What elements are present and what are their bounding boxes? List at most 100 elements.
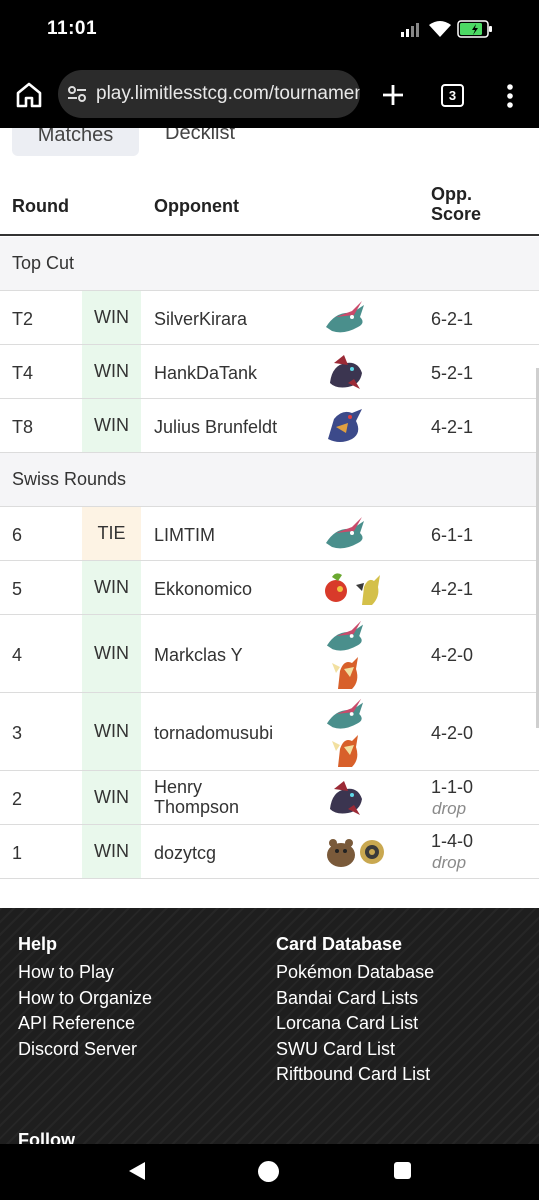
result-cell: WIN [82,345,141,398]
dragapult-sprite-icon [326,620,364,651]
tab-switcher-button[interactable]: 3 [441,84,464,107]
more-menu-icon[interactable] [500,82,520,110]
round-cell: 5 [12,579,23,599]
footer-link-bandai-card-lists[interactable]: Bandai Card Lists [276,986,434,1012]
system-nav-bar [0,1144,539,1200]
round-cell: T4 [12,363,34,383]
tab-decklist[interactable]: Decklist [165,128,235,145]
result-cell: WIN [82,825,141,878]
dragapult-sprite-icon [326,698,364,729]
result-cell: WIN [82,561,141,614]
opponent-link[interactable]: dozytcg [154,843,216,864]
round-cell: 1 [12,843,23,863]
table-row[interactable]: 1 WIN dozytcg 1-4-0 drop [0,825,539,879]
wifi-icon [429,21,451,37]
footer-link-pokemon-database[interactable]: Pokémon Database [276,960,434,986]
group-label: Top Cut [12,253,75,273]
round-cell: 4 [12,645,23,665]
result-cell: WIN [82,693,141,770]
result-cell: WIN [82,615,141,692]
opponent-link[interactable]: Ekkonomico [154,579,252,600]
group-label: Swiss Rounds [12,469,127,489]
battery-icon [457,20,492,38]
footer-card-database-column: Card Database Pokémon Database Bandai Ca… [276,934,434,1088]
table-row[interactable]: T8 WIN Julius Brunfeldt 4-2-1 [0,399,539,453]
footer-help-title: Help [18,934,58,954]
opponent-link[interactable]: Henry Thompson [154,777,239,817]
score-cell: 1-1-0 [431,777,474,797]
score-cell: 4-2-1 [431,417,474,437]
header-score-line2: Score [431,204,482,224]
table-row[interactable]: T4 WIN HankDaTank 5-2-1 [0,345,539,399]
table-row[interactable]: 5 WIN Ekkonomico 4-2-1 [0,561,539,615]
score-cell: 4-2-0 [431,645,474,665]
home-icon[interactable] [14,80,44,110]
footer-link-how-to-organize[interactable]: How to Organize [18,986,152,1012]
page-content: Matches Decklist Round Opponent Opp. Sco… [0,128,539,1160]
footer-link-api-reference[interactable]: API Reference [18,1011,152,1037]
round-cell: T2 [12,309,34,329]
opponent-link[interactable]: HankDaTank [154,363,257,384]
table-row[interactable]: T2 WIN SilverKirara 6-2-1 [0,291,539,345]
status-bar: 11:01 [0,0,539,62]
score-cell: 6-2-1 [431,309,474,329]
back-icon[interactable] [127,1160,147,1182]
result-cell: TIE [82,507,141,560]
score-cell: 6-1-1 [431,525,474,545]
header-opponent: Opponent [154,196,239,216]
opponent-link[interactable]: tornadomusubi [154,723,273,744]
footer-link-discord-server[interactable]: Discord Server [18,1037,152,1063]
footer-link-lorcana-card-list[interactable]: Lorcana Card List [276,1011,434,1037]
result-cell: WIN [82,771,141,824]
score-cell: 5-2-1 [431,363,474,383]
table-row[interactable]: 3 WIN tornadomusubi 4-2-0 [0,693,539,771]
opponent-name-line2: Thompson [154,797,240,817]
blaziken-sprite-icon [332,735,358,767]
table-row[interactable]: 6 TIE LIMTIM 6-1-1 [0,507,539,561]
new-tab-icon[interactable] [380,82,406,108]
group-row-swiss-rounds: Swiss Rounds [0,453,539,507]
status-time: 11:01 [47,18,98,39]
opponent-link[interactable]: LIMTIM [154,525,215,546]
zoroark-sprite-icon [330,355,362,389]
page-tabs: Matches Decklist [0,128,539,158]
score-cell: 1-4-0 [431,831,474,851]
round-cell: 2 [12,789,23,809]
footer-help-column: Help How to Play How to Organize API Ref… [18,934,152,1062]
home-nav-icon[interactable] [258,1161,279,1182]
round-cell: 3 [12,723,23,743]
round-cell: T8 [12,417,34,437]
footer: Help How to Play How to Organize API Ref… [0,908,539,1160]
result-cell: WIN [82,399,141,452]
footer-card-database-title: Card Database [276,934,403,954]
dragapult-sprite-icon [326,301,364,333]
opponent-link[interactable]: Markclas Y [154,645,243,666]
footer-link-riftbound-card-list[interactable]: Riftbound Card List [276,1062,434,1088]
ursaluna-sprite-icon [327,839,355,867]
footer-link-swu-card-list[interactable]: SWU Card List [276,1037,434,1063]
recent-apps-icon[interactable] [394,1162,411,1179]
opponent-name-line1: Henry [154,777,203,797]
url-text: play.limitlesstcg.com/tournaments [96,83,360,104]
address-bar[interactable]: play.limitlesstcg.com/tournaments [58,70,360,118]
header-score-line1: Opp. [431,184,472,204]
score-cell: 4-2-1 [431,579,474,599]
header-round: Round [12,196,69,216]
table-row[interactable]: 2 WIN Henry Thompson 1-1-0 drop [0,771,539,825]
zoroark-sprite-icon [330,781,362,815]
header-opp-score: Opp. Score [431,184,501,224]
footer-link-how-to-play[interactable]: How to Play [18,960,152,986]
score-cell: 4-2-0 [431,723,474,743]
drop-note: drop [432,799,467,818]
table-header: Round Opponent Opp. Score [0,180,539,236]
table-row[interactable]: 4 WIN Markclas Y 4-2-0 [0,615,539,693]
garchomp-sprite-icon [328,409,362,442]
status-icons [401,20,493,38]
site-settings-icon[interactable] [66,83,88,105]
scizor-sprite-icon [356,575,380,605]
opponent-link[interactable]: SilverKirara [154,309,247,330]
tab-matches[interactable]: Matches [12,128,139,156]
result-cell: WIN [82,291,141,344]
opponent-link[interactable]: Julius Brunfeldt [154,417,277,438]
dragapult-sprite-icon [326,517,364,549]
